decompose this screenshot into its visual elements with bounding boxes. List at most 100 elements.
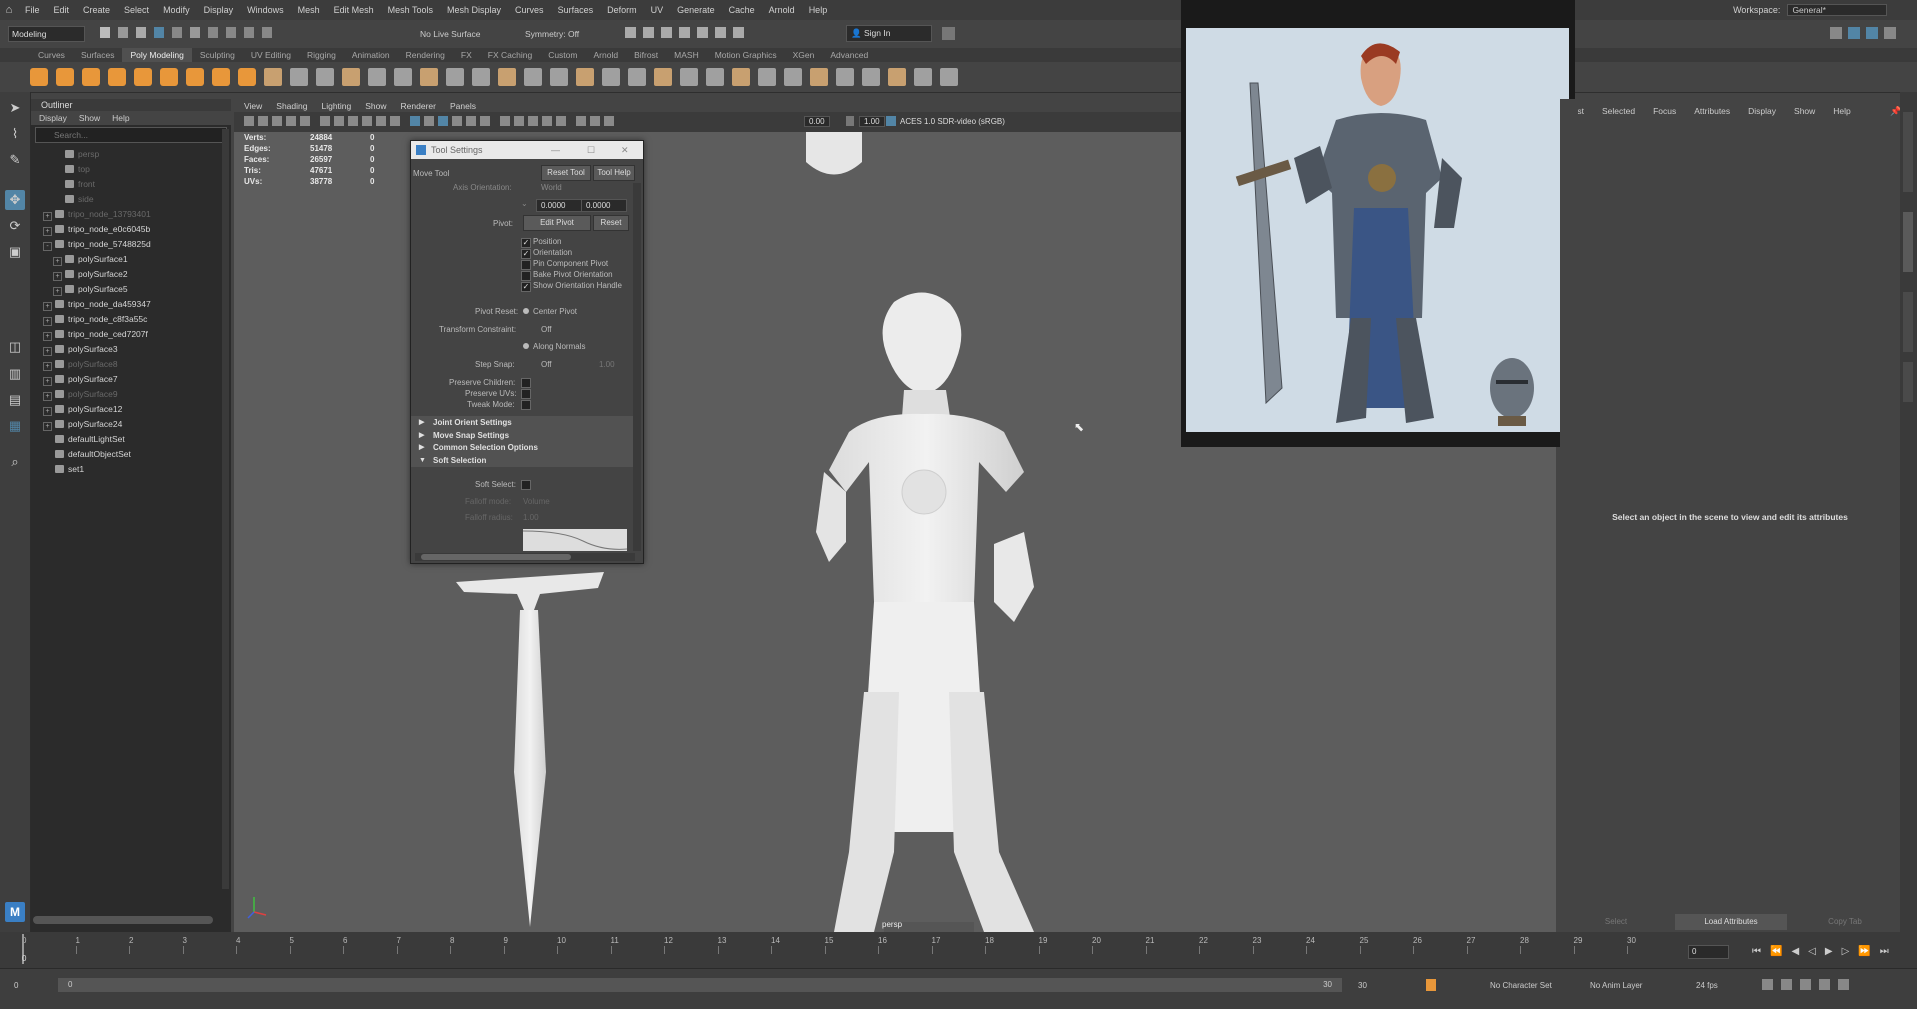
chamfer-icon[interactable] bbox=[810, 68, 828, 86]
outliner-item[interactable]: + polySurface1 bbox=[31, 252, 231, 267]
disc-icon[interactable] bbox=[186, 68, 204, 86]
svg-icon[interactable] bbox=[342, 68, 360, 86]
color-space-dropdown[interactable]: ACES 1.0 SDR-video (sRGB) bbox=[900, 117, 1005, 126]
wedge-icon[interactable] bbox=[784, 68, 802, 86]
menu-arnold[interactable]: Arnold bbox=[762, 5, 802, 15]
torus-icon[interactable] bbox=[134, 68, 152, 86]
expand-icon[interactable]: + bbox=[43, 332, 52, 341]
menu-modify[interactable]: Modify bbox=[156, 5, 197, 15]
channel-box-tab[interactable] bbox=[1903, 112, 1913, 192]
exposure-icon[interactable] bbox=[846, 116, 854, 126]
connect-icon[interactable] bbox=[654, 68, 672, 86]
shelf-tab-fx[interactable]: FX bbox=[453, 48, 480, 62]
xray-joints-icon[interactable] bbox=[576, 116, 586, 126]
safe-title-icon[interactable] bbox=[390, 116, 400, 126]
shelf-tab-xgen[interactable]: XGen bbox=[785, 48, 823, 62]
outliner-item[interactable]: + polySurface12 bbox=[31, 402, 231, 417]
render-frame-icon[interactable] bbox=[625, 27, 636, 38]
viewport-menu-panels[interactable]: Panels bbox=[450, 101, 476, 111]
menu-edit-mesh[interactable]: Edit Mesh bbox=[327, 5, 381, 15]
live-surface-label[interactable]: No Live Surface bbox=[420, 29, 480, 39]
outliner-item[interactable]: + polySurface9 bbox=[31, 387, 231, 402]
step-back-key-icon[interactable]: ⏪ bbox=[1770, 946, 1782, 957]
helmet-model[interactable] bbox=[806, 132, 862, 175]
grid-icon[interactable] bbox=[300, 116, 310, 126]
maya-logo-icon[interactable]: M bbox=[5, 902, 25, 922]
super-shape-icon[interactable] bbox=[238, 68, 256, 86]
fps-dropdown[interactable]: 24 fps bbox=[1696, 981, 1718, 990]
audio-icon[interactable] bbox=[1800, 979, 1811, 990]
play-back-icon[interactable]: ◁ bbox=[1808, 946, 1816, 957]
range-bar[interactable]: 0 30 bbox=[58, 978, 1342, 992]
section-common-selection-options[interactable]: ▶ Common Selection Options bbox=[411, 441, 633, 454]
smooth-icon[interactable] bbox=[420, 68, 438, 86]
attr-menu-display[interactable]: Display bbox=[1748, 106, 1776, 116]
select-tool-icon[interactable]: ➤ bbox=[5, 98, 25, 118]
separate-icon[interactable] bbox=[290, 68, 308, 86]
viewport-menu-view[interactable]: View bbox=[244, 101, 262, 111]
time-slider[interactable]: 0 1 2 3 4 5 6 7 8 9 10 11 12 13 14 15 16 17 18 19 20 21 22 23 24… bbox=[0, 932, 1917, 968]
field-chart-icon[interactable] bbox=[362, 116, 372, 126]
menu-deform[interactable]: Deform bbox=[600, 5, 644, 15]
paint-tool-icon[interactable]: ✎ bbox=[5, 150, 25, 170]
shelf-tab-poly-modeling[interactable]: Poly Modeling bbox=[122, 48, 192, 62]
menu-windows[interactable]: Windows bbox=[240, 5, 291, 15]
zoom-icon[interactable]: ⌕ bbox=[5, 452, 25, 472]
xgen-tab[interactable] bbox=[1903, 362, 1913, 402]
expand-icon[interactable]: + bbox=[43, 422, 52, 431]
checkbox-show-orientation-handle[interactable]: ✓ bbox=[521, 282, 531, 292]
shelf-tab-animation[interactable]: Animation bbox=[344, 48, 398, 62]
offset-loop-icon[interactable] bbox=[732, 68, 750, 86]
mirror-icon[interactable] bbox=[394, 68, 412, 86]
backface-icon[interactable] bbox=[604, 116, 614, 126]
script-icon[interactable] bbox=[942, 27, 955, 40]
move-tool-icon[interactable]: ✥ bbox=[5, 190, 25, 210]
character-model[interactable] bbox=[816, 292, 1034, 932]
attr-menu-focus[interactable]: Focus bbox=[1653, 106, 1676, 116]
character-set-dropdown[interactable]: No Character Set bbox=[1490, 981, 1552, 990]
near-clip-field[interactable]: 0.00 bbox=[804, 116, 830, 127]
shelf-tab-rendering[interactable]: Rendering bbox=[398, 48, 453, 62]
outliner-item[interactable]: + polySurface7 bbox=[31, 372, 231, 387]
shelf-tab-uv-editing[interactable]: UV Editing bbox=[243, 48, 299, 62]
checkbox-bake-pivot-orientation[interactable] bbox=[521, 271, 531, 281]
menu-generate[interactable]: Generate bbox=[670, 5, 722, 15]
rotate-tool-icon[interactable]: ⟳ bbox=[5, 216, 25, 236]
outliner-item[interactable]: + polySurface8 bbox=[31, 357, 231, 372]
layout-preset-icon[interactable]: ◫ bbox=[5, 337, 25, 357]
bridge-icon[interactable] bbox=[498, 68, 516, 86]
outliner-item[interactable]: + tripo_node_e0c6045b bbox=[31, 222, 231, 237]
outliner-menu-show[interactable]: Show bbox=[79, 113, 100, 123]
shade-wireframe-icon[interactable] bbox=[438, 116, 448, 126]
smooth-shade-icon[interactable] bbox=[424, 116, 434, 126]
step-back-frame-icon[interactable]: ◀ bbox=[1791, 946, 1799, 957]
outliner-menu-help[interactable]: Help bbox=[112, 113, 129, 123]
menu-select[interactable]: Select bbox=[117, 5, 156, 15]
symmetry-dropdown[interactable]: Symmetry: Off bbox=[525, 29, 579, 39]
shelf-tab-mash[interactable]: MASH bbox=[666, 48, 707, 62]
snap-point-icon[interactable] bbox=[244, 27, 254, 38]
sphere-icon[interactable] bbox=[30, 68, 48, 86]
sword-model[interactable] bbox=[456, 572, 604, 927]
lasso-icon[interactable] bbox=[172, 27, 182, 38]
attr-menu-selected[interactable]: Selected bbox=[1602, 106, 1635, 116]
outliner-item[interactable]: + tripo_node_da459347 bbox=[31, 297, 231, 312]
outliner-item[interactable]: top bbox=[31, 162, 231, 177]
tool-settings-titlebar[interactable]: Tool Settings — ☐ ✕ bbox=[411, 141, 643, 159]
plane-icon[interactable] bbox=[160, 68, 178, 86]
shelf-tab-arnold[interactable]: Arnold bbox=[585, 48, 626, 62]
attr-menu-show[interactable]: Show bbox=[1794, 106, 1815, 116]
outliner-search-input[interactable]: Search... bbox=[35, 127, 227, 143]
outliner-item[interactable]: front bbox=[31, 177, 231, 192]
menu-surfaces[interactable]: Surfaces bbox=[551, 5, 601, 15]
outliner-item[interactable]: - tripo_node_5748825d bbox=[31, 237, 231, 252]
resolution-gate-icon[interactable] bbox=[334, 116, 344, 126]
render-view-icon[interactable] bbox=[697, 27, 708, 38]
axis-field-2[interactable]: 0.0000 bbox=[581, 199, 627, 212]
go-to-start-icon[interactable]: ⏮ bbox=[1752, 946, 1761, 957]
shadows-icon[interactable] bbox=[480, 116, 490, 126]
append-icon[interactable] bbox=[550, 68, 568, 86]
image-plane-icon[interactable] bbox=[286, 116, 296, 126]
menu-mesh[interactable]: Mesh bbox=[291, 5, 327, 15]
viewport-menu-shading[interactable]: Shading bbox=[276, 101, 307, 111]
